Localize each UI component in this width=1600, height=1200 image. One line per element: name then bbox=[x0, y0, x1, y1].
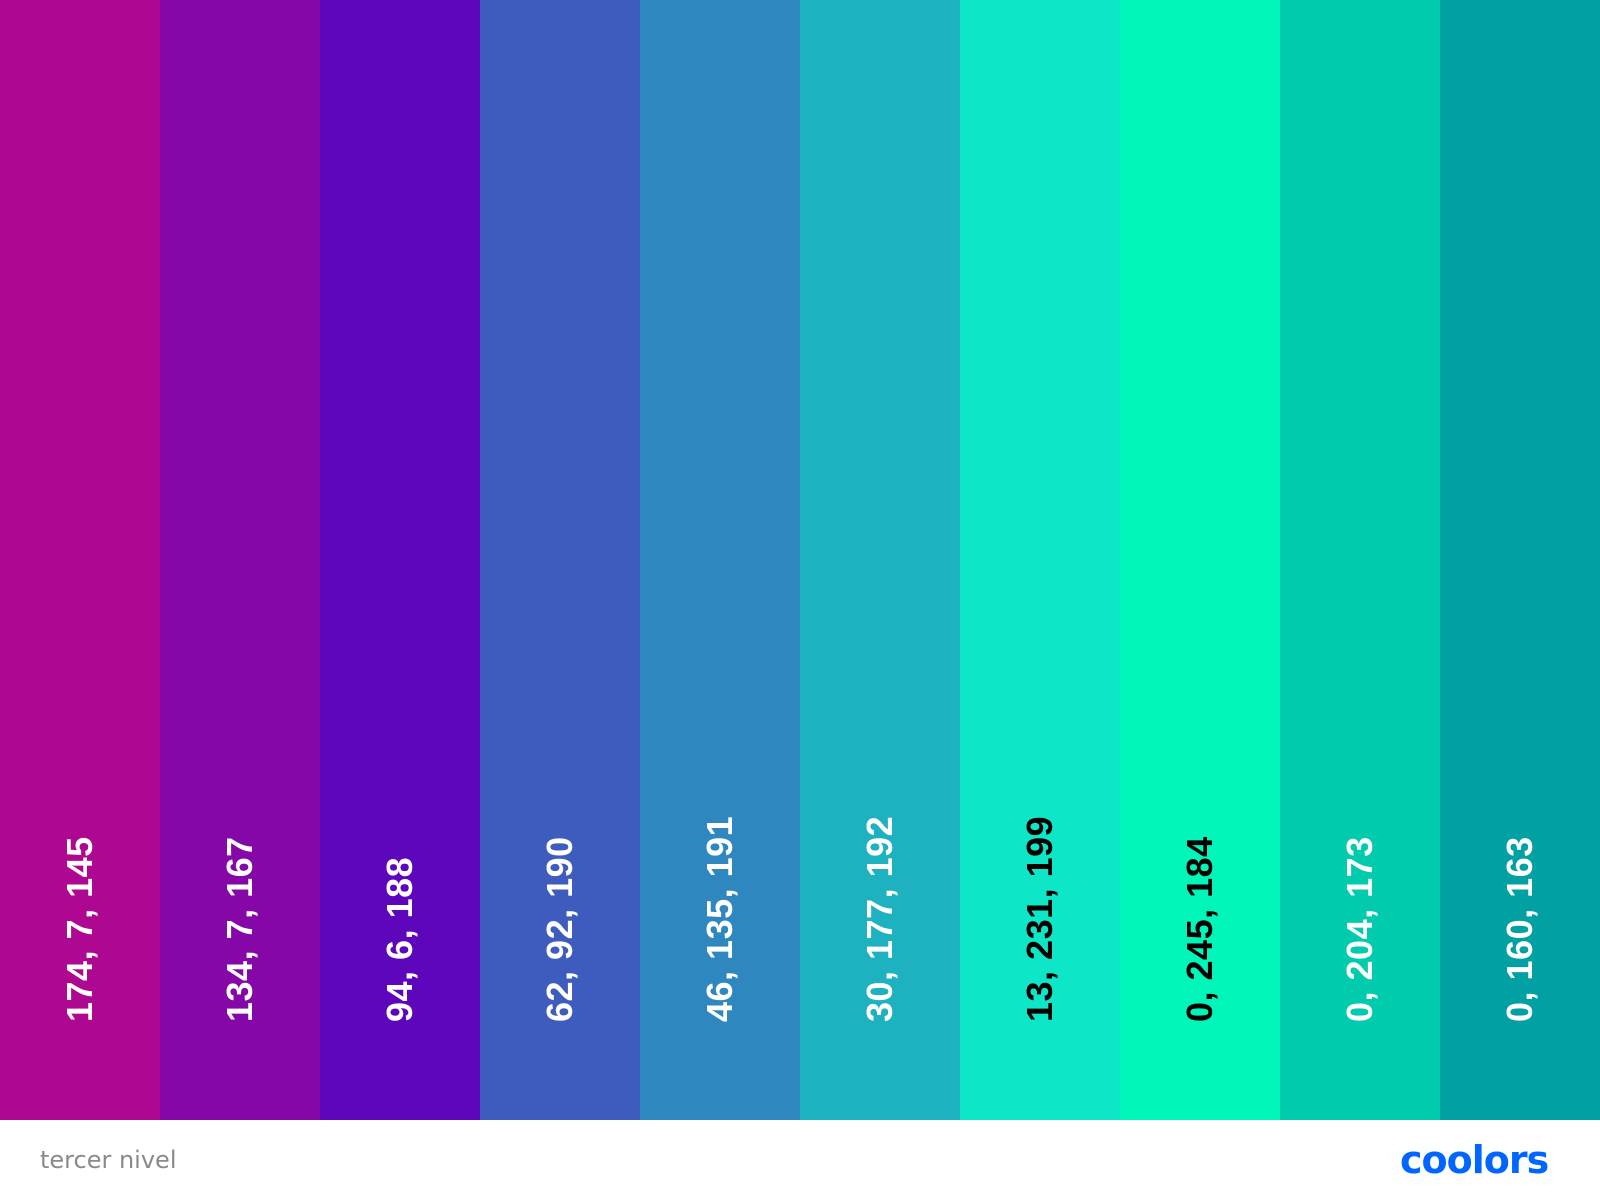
color-swatch[interactable]: 0, 204, 173 bbox=[1280, 0, 1440, 1120]
coolors-logo-icon: coolors bbox=[1400, 1138, 1549, 1182]
color-swatch[interactable]: 46, 135, 191 bbox=[640, 0, 800, 1120]
color-swatch[interactable]: 30, 177, 192 bbox=[800, 0, 960, 1120]
palette-name: tercer nivel bbox=[40, 1146, 177, 1174]
color-swatch[interactable]: 13, 231, 199 bbox=[960, 0, 1120, 1120]
swatch-rgb-label: 46, 135, 191 bbox=[699, 815, 740, 1022]
color-swatch[interactable]: 134, 7, 167 bbox=[160, 0, 320, 1120]
color-swatch[interactable]: 62, 92, 190 bbox=[480, 0, 640, 1120]
svg-text:coolors: coolors bbox=[1400, 1140, 1548, 1180]
color-swatch[interactable]: 0, 245, 184 bbox=[1120, 0, 1280, 1120]
footer: tercer nivel coolors bbox=[0, 1120, 1600, 1200]
swatch-rgb-label: 30, 177, 192 bbox=[859, 815, 900, 1022]
color-swatch[interactable]: 174, 7, 145 bbox=[0, 0, 160, 1120]
color-palette: 174, 7, 145 134, 7, 167 94, 6, 188 62, 92, … bbox=[0, 0, 1600, 1120]
color-swatch[interactable]: 0, 160, 163 bbox=[1440, 0, 1600, 1120]
coolors-logo[interactable]: coolors bbox=[1400, 1138, 1560, 1185]
color-swatch[interactable]: 94, 6, 188 bbox=[320, 0, 480, 1120]
swatch-rgb-label: 0, 204, 173 bbox=[1339, 836, 1380, 1022]
swatch-rgb-label: 0, 160, 163 bbox=[1499, 836, 1540, 1022]
swatch-rgb-label: 94, 6, 188 bbox=[379, 856, 420, 1022]
swatch-rgb-label: 134, 7, 167 bbox=[219, 836, 260, 1022]
swatch-rgb-label: 13, 231, 199 bbox=[1019, 815, 1060, 1022]
swatch-rgb-label: 62, 92, 190 bbox=[539, 836, 580, 1022]
swatch-rgb-label: 174, 7, 145 bbox=[59, 836, 100, 1022]
swatch-rgb-label: 0, 245, 184 bbox=[1179, 836, 1220, 1022]
